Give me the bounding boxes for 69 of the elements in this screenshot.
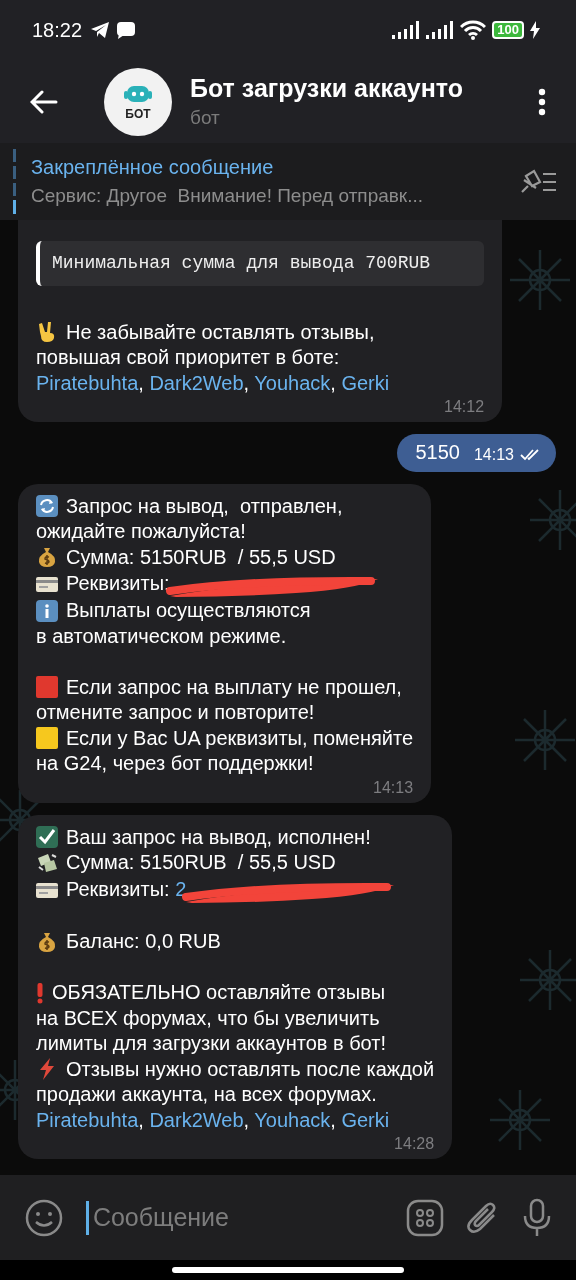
message-text: лимиты для загрузки аккаунтов в бот! xyxy=(36,1031,386,1056)
more-menu-icon[interactable] xyxy=(538,87,546,116)
message-text: 5150 xyxy=(415,440,460,465)
link[interactable]: 2 xyxy=(175,877,187,900)
message-text: на G24, через бот поддержки! xyxy=(36,751,314,776)
money-bag-icon xyxy=(36,930,58,953)
link[interactable]: Piratebuhta xyxy=(36,371,139,394)
message-text: Ваш запрос на вывод, исполнен! xyxy=(66,824,371,850)
message-text: ожидайте пожалуйста! xyxy=(36,519,246,544)
message-text: Сумма: 5150RUB / 55,5 USD xyxy=(66,544,336,570)
message-text: ОБЯЗАТЕЛЬНО оставляйте отзывы xyxy=(52,980,386,1005)
message-text: Реквизиты: 2 xyxy=(66,876,187,902)
message-text: Сумма: 5150RUB / 55,5 USD xyxy=(66,850,336,875)
avatar-label: БОТ xyxy=(125,106,151,121)
chat-title: Бот загрузки аккаунто xyxy=(190,74,464,103)
message-text: Не забывайте оставлять отзывы, xyxy=(66,319,375,345)
message-text: повышая свой приоритет в боте: xyxy=(36,345,340,370)
code-block: Минимальная сумма для вывода 700RUB xyxy=(36,241,485,286)
battery-indicator: 100 xyxy=(492,21,524,39)
link[interactable]: Youhack xyxy=(254,371,331,394)
square-icon xyxy=(36,676,58,699)
charging-bolt-icon xyxy=(530,21,540,39)
message-text: Выплаты осуществляются xyxy=(66,598,311,623)
message-text: в автоматическом режиме. xyxy=(36,623,287,649)
money-bag-icon xyxy=(36,546,58,569)
pinned-message-bar[interactable]: Закреплённое сообщение Сервис: Другое Внимание! Перед отправк... xyxy=(0,143,576,220)
emoji-icon[interactable] xyxy=(24,1197,64,1238)
exclamation-icon xyxy=(36,981,44,1004)
link[interactable]: Dark2Web xyxy=(149,1108,244,1131)
info-icon xyxy=(36,599,58,622)
message-text: Реквизиты: xyxy=(66,571,170,597)
message-text: Отзывы нужно оставлять после каждой xyxy=(66,1056,435,1082)
pinned-title: Закреплённое сообщение xyxy=(31,156,275,179)
message-text: отмените запрос и повторите! xyxy=(36,700,315,725)
status-time: 18:22 xyxy=(32,18,83,42)
message-time: 14:12 xyxy=(444,397,485,418)
check-mark-icon xyxy=(36,826,58,849)
link[interactable]: Youhack xyxy=(254,1108,331,1131)
message-text: Piratebuhta, Dark2Web, Youhack, Gerki xyxy=(36,370,390,396)
message-time: 14:13 xyxy=(373,777,414,798)
chat-subtitle: бот xyxy=(190,107,221,129)
message-text: Если у Вас UA реквизиты, поменяйте xyxy=(66,725,414,751)
message-text: Если запрос на выплату не прошел, xyxy=(66,674,402,700)
link[interactable]: Piratebuhta xyxy=(36,1108,139,1131)
message-time: 14:13 xyxy=(473,444,514,465)
paper-plane-icon xyxy=(90,21,111,39)
message-time: 14:28 xyxy=(394,1134,435,1155)
signal-icon xyxy=(392,21,421,39)
refresh-icon xyxy=(36,495,58,518)
wifi-icon xyxy=(460,20,487,40)
message-text: Запрос на вывод, отправлен, xyxy=(66,493,343,519)
link[interactable]: Dark2Web xyxy=(149,371,244,394)
back-arrow-icon[interactable] xyxy=(30,89,58,114)
link[interactable]: Gerki xyxy=(341,371,390,394)
message-text: на ВСЕХ форумах, что бы увеличить xyxy=(36,1005,380,1031)
signal-icon xyxy=(426,21,455,39)
message-text: Баланс: 0,0 RUB xyxy=(66,929,221,954)
microphone-icon[interactable] xyxy=(522,1197,552,1238)
square-icon xyxy=(36,727,58,750)
message-input[interactable]: Сообщение xyxy=(90,1202,384,1233)
apps-grid-icon[interactable] xyxy=(406,1198,444,1237)
message-text: Piratebuhta, Dark2Web, Youhack, Gerki xyxy=(36,1107,390,1133)
pinned-indicator-icon xyxy=(13,148,17,215)
bot-avatar[interactable]: БОТ xyxy=(104,67,172,136)
message-text: продажи аккаунта, на всех форумах. xyxy=(36,1082,377,1107)
pinned-preview: Сервис: Другое Внимание! Перед отправк... xyxy=(31,185,424,207)
link[interactable]: Gerki xyxy=(341,1108,390,1131)
chat-bubble-icon xyxy=(116,21,137,39)
banknotes-icon xyxy=(36,851,58,874)
